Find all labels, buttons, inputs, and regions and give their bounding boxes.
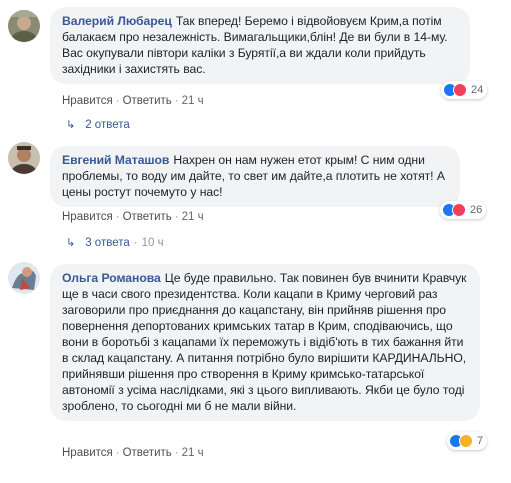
love-reaction-icon [452,203,466,217]
reply-arrow-icon: ↳ [66,119,76,131]
timestamp[interactable]: 21 ч [182,95,204,107]
comment-bubble: Валерий Любарец Так вперед! Беремо і вiдв… [50,7,470,84]
comment-actions: Нравится · Ответить · 21 ч [62,95,204,107]
like-link[interactable]: Нравится [62,95,113,107]
comment-bubble: Евгений Маташов Нахрен он нам нужен етот … [50,146,460,207]
reaction-count: 7 [477,435,484,447]
reaction-summary[interactable]: 24 [441,81,488,99]
comment-actions: Нравится · Ответить · 21 ч [62,211,204,223]
comment-text: Це буде правильно. Так повинен був вчини… [62,271,467,413]
like-link[interactable]: Нравится [62,447,113,459]
timestamp[interactable]: 21 ч [182,211,204,223]
reply-link[interactable]: Ответить [123,447,172,459]
author-name[interactable]: Валерий Любарец [62,14,172,28]
avatar[interactable] [8,262,40,294]
haha-reaction-icon [459,434,473,448]
author-name[interactable]: Евгений Маташов [62,153,169,167]
reaction-count: 24 [471,84,484,96]
replies-count[interactable]: 2 ответа [85,118,130,132]
replies-timestamp: 10 ч [141,237,164,249]
reaction-summary[interactable]: 7 [447,432,488,450]
comment-bubble: Ольга Романова Це буде правильно. Так пов… [50,264,480,421]
avatar[interactable] [8,10,40,42]
replies-count[interactable]: 3 ответа [85,236,130,250]
reaction-count: 26 [470,204,483,216]
reaction-summary[interactable]: 26 [440,201,487,219]
timestamp[interactable]: 21 ч [182,447,204,459]
comment-actions: Нравится · Ответить · 21 ч [62,447,204,459]
avatar[interactable] [8,142,40,174]
love-reaction-icon [453,83,467,97]
view-replies-link[interactable]: ↳ 3 ответа · 10 ч [66,236,164,250]
reply-link[interactable]: Ответить [123,211,172,223]
reply-link[interactable]: Ответить [123,95,172,107]
view-replies-link[interactable]: ↳ 2 ответа [66,118,130,132]
author-name[interactable]: Ольга Романова [62,271,161,285]
like-link[interactable]: Нравится [62,211,113,223]
reply-arrow-icon: ↳ [66,237,76,249]
